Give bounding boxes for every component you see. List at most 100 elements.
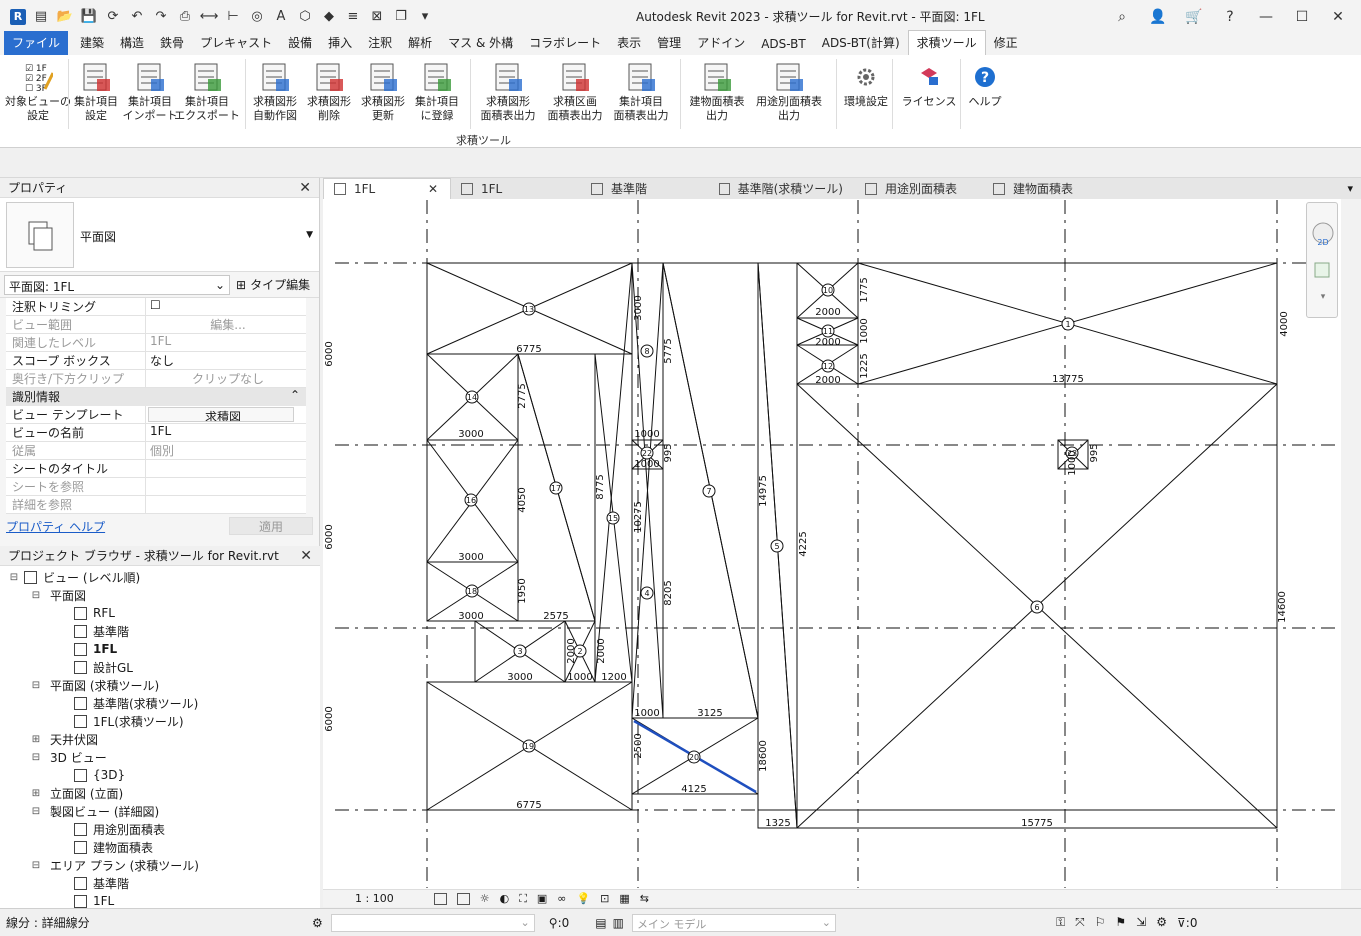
- ribbon-tab-16[interactable]: 求積ツール: [907, 30, 986, 55]
- view-tab[interactable]: 1FL ✕: [323, 178, 451, 199]
- ribbon-tab-2[interactable]: 構造: [112, 31, 152, 55]
- property-value[interactable]: [146, 460, 306, 477]
- maximize-button[interactable]: ☐: [1291, 6, 1313, 28]
- view-tab[interactable]: 1FL: [451, 178, 581, 199]
- ribbon-tab-14[interactable]: ADS-BT: [753, 34, 814, 55]
- editable-only-icon[interactable]: ⚲: [549, 916, 558, 930]
- expand-toggle-icon[interactable]: ⊟: [30, 860, 42, 871]
- close-tab-icon[interactable]: ✕: [428, 182, 438, 196]
- tree-item[interactable]: 設計GL: [0, 658, 320, 676]
- ribbon-tab-7[interactable]: 注釈: [360, 31, 400, 55]
- tree-item[interactable]: 建物面積表: [0, 838, 320, 856]
- tree-item[interactable]: {3D}: [0, 766, 320, 784]
- chevron-down-icon[interactable]: ▼: [306, 230, 313, 240]
- ribbon-button-11[interactable]: 建物面積表 出力: [681, 61, 753, 123]
- tree-item[interactable]: 基準階(求積ツール): [0, 694, 320, 712]
- ribbon-tab-3[interactable]: 鉄骨: [152, 31, 192, 55]
- tab-list-icon[interactable]: ▾: [1347, 182, 1361, 195]
- revit-logo-icon[interactable]: R: [10, 8, 26, 25]
- switch-windows-icon[interactable]: ❐: [392, 8, 410, 26]
- ribbon-button-12[interactable]: 用途別面積表 出力: [753, 61, 825, 123]
- tree-item[interactable]: 用途別面積表: [0, 820, 320, 838]
- property-group-header[interactable]: 識別情報 ⌃: [6, 388, 306, 406]
- measure-icon[interactable]: ⟷: [200, 8, 219, 26]
- properties-help-link[interactable]: プロパティ ヘルプ: [6, 518, 105, 535]
- property-value[interactable]: クリップなし: [146, 370, 306, 387]
- section-icon[interactable]: ◆: [320, 8, 338, 26]
- tree-item[interactable]: RFL: [0, 604, 320, 622]
- tree-item[interactable]: ⊟ ビュー (レベル順): [0, 568, 320, 586]
- tree-item[interactable]: 1FL: [0, 892, 320, 909]
- property-value[interactable]: [146, 496, 306, 513]
- expand-toggle-icon[interactable]: ⊟: [30, 806, 42, 817]
- expand-toggle-icon[interactable]: ⊞: [30, 788, 42, 799]
- view-tab[interactable]: 用途別面積表: [855, 178, 983, 199]
- tree-item[interactable]: ⊟ 製図ビュー (詳細図): [0, 802, 320, 820]
- navigation-bar[interactable]: 2D ▾: [1306, 202, 1338, 318]
- scale-value[interactable]: 1 : 100: [355, 892, 394, 905]
- property-value[interactable]: ☐: [146, 298, 306, 315]
- ribbon-tab-11[interactable]: 表示: [609, 31, 649, 55]
- dimension-icon[interactable]: ⊢: [224, 8, 242, 26]
- ribbon-button-3[interactable]: 集計項目 エクスポート: [171, 61, 243, 123]
- property-value[interactable]: 1FL: [146, 334, 306, 351]
- expand-toggle-icon[interactable]: ⊟: [30, 590, 42, 601]
- expand-toggle-icon[interactable]: ⊟: [30, 680, 42, 691]
- view-tab[interactable]: 基準階(求積ツール): [709, 178, 855, 199]
- tree-item[interactable]: ⊟ 平面図: [0, 586, 320, 604]
- save-icon[interactable]: 💾: [80, 8, 98, 26]
- tree-item[interactable]: 基準階: [0, 874, 320, 892]
- ribbon-tab-4[interactable]: プレキャスト: [192, 31, 280, 55]
- tree-item[interactable]: 1FL: [0, 640, 320, 658]
- home-icon[interactable]: ▤: [32, 8, 50, 26]
- tree-item[interactable]: ⊞ 立面図 (立面): [0, 784, 320, 802]
- drawing-canvas[interactable]: 13 14 16 18 15 17 3 2 19 20 1 22 4 7 5 10 11 12 8 6 23 6775 30…: [323, 199, 1341, 899]
- close-icon[interactable]: ✕: [300, 548, 312, 564]
- ribbon-tab-0[interactable]: ファイル: [4, 31, 69, 55]
- ribbon-tab-5[interactable]: 設備: [280, 31, 320, 55]
- tree-item[interactable]: 基準階: [0, 622, 320, 640]
- ribbon-button-9[interactable]: 求積区画 面積表出力: [539, 61, 611, 123]
- tree-item[interactable]: ⊟ 平面図 (求積ツール): [0, 676, 320, 694]
- property-value[interactable]: 編集...: [146, 316, 306, 333]
- property-value[interactable]: [146, 478, 306, 495]
- tree-item[interactable]: ⊟ 3D ビュー: [0, 748, 320, 766]
- view-tab[interactable]: 基準階: [581, 178, 709, 199]
- sun-path-icon[interactable]: ☼: [480, 892, 490, 905]
- ribbon-tab-15[interactable]: ADS-BT(計算): [814, 31, 908, 55]
- property-value[interactable]: なし: [146, 352, 306, 369]
- close-button[interactable]: ✕: [1327, 6, 1349, 28]
- constraints-icon[interactable]: ⇆: [640, 892, 649, 905]
- edit-type-button[interactable]: ⊞ タイプ編集: [236, 276, 310, 293]
- view-tab[interactable]: 建物面積表: [983, 178, 1113, 199]
- close-hidden-icon[interactable]: ⊠: [368, 8, 386, 26]
- tree-item[interactable]: ⊟ エリア プラン (求積ツール): [0, 856, 320, 874]
- tag-icon[interactable]: ◎: [248, 8, 266, 26]
- help-icon[interactable]: ?: [1219, 6, 1241, 28]
- expand-toggle-icon[interactable]: ⊟: [8, 572, 20, 583]
- undo-icon[interactable]: ↶: [128, 8, 146, 26]
- minimize-button[interactable]: —: [1255, 6, 1277, 28]
- type-selector[interactable]: 平面図 ▼: [0, 198, 319, 272]
- shadows-icon[interactable]: ◐: [500, 892, 510, 905]
- ribbon-tab-9[interactable]: マス & 外構: [440, 31, 521, 55]
- workset-select[interactable]: ⌄: [330, 913, 535, 932]
- view-instance-select[interactable]: 平面図: 1FL ⌄: [4, 274, 230, 295]
- selection-tools-icons[interactable]: ⚿⤧⚐⚑⇲⚙: [1056, 915, 1177, 930]
- thin-lines-icon[interactable]: ≡: [344, 8, 362, 26]
- expand-toggle-icon[interactable]: ⊞: [30, 734, 42, 745]
- design-options-icon[interactable]: ▤: [595, 916, 606, 930]
- sync-icon[interactable]: ⟳: [104, 8, 122, 26]
- expand-toggle-icon[interactable]: ⊟: [30, 752, 42, 763]
- property-value[interactable]: 求積図: [148, 407, 294, 422]
- property-value[interactable]: 1FL: [146, 424, 306, 441]
- customize-qat-icon[interactable]: ▾: [416, 8, 434, 26]
- search-binoculars-icon[interactable]: ⌕: [1111, 6, 1133, 28]
- analytical-model-icon[interactable]: ▦: [619, 892, 629, 905]
- tree-item[interactable]: ⊞ 天井伏図: [0, 730, 320, 748]
- close-icon[interactable]: ✕: [299, 180, 311, 196]
- cart-icon[interactable]: 🛒: [1183, 6, 1205, 28]
- ribbon-tab-6[interactable]: 挿入: [320, 31, 360, 55]
- reveal-hidden-icon[interactable]: 💡: [576, 892, 590, 905]
- crop-region-icon[interactable]: ▣: [537, 892, 547, 905]
